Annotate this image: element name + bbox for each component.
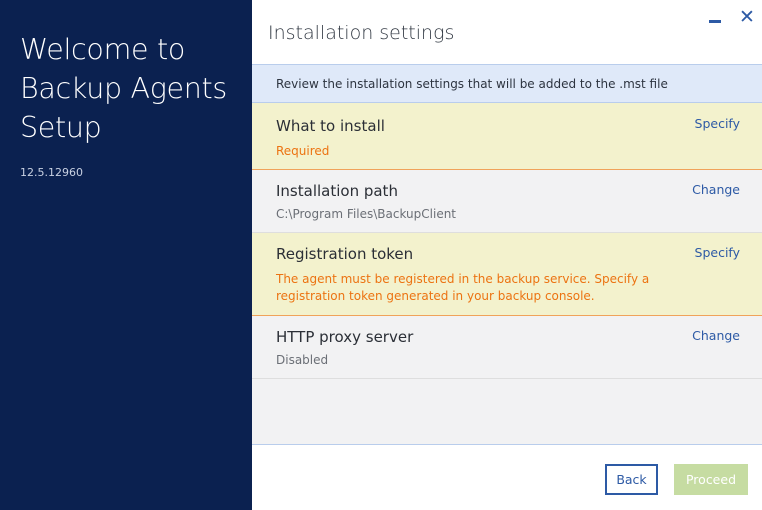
welcome-heading: Welcome to Backup Agents Setup (20, 33, 227, 144)
back-button[interactable]: Back (605, 464, 658, 495)
change-installation-path-link[interactable]: Change (692, 182, 740, 197)
close-icon: ✕ (739, 5, 755, 28)
setting-title: Registration token (276, 245, 414, 263)
proceed-button[interactable]: Proceed (674, 464, 748, 495)
info-banner-text: Review the installation settings that wi… (276, 77, 668, 91)
settings-list: What to install Required Specify Install… (252, 103, 762, 445)
close-button[interactable]: ✕ (736, 6, 758, 28)
specify-registration-token-link[interactable]: Specify (695, 245, 740, 260)
minimize-icon (709, 20, 721, 23)
setting-row-what-to-install: What to install Required Specify (252, 103, 762, 170)
setting-title: What to install (276, 117, 385, 135)
minimize-button[interactable] (704, 6, 726, 28)
info-banner: Review the installation settings that wi… (252, 64, 762, 103)
setting-value: Disabled (276, 353, 329, 367)
setting-row-installation-path: Installation path C:\Program Files\Backu… (252, 170, 762, 233)
setting-title: Installation path (276, 182, 398, 200)
setting-row-registration-token: Registration token The agent must be reg… (252, 233, 762, 316)
setting-row-http-proxy: HTTP proxy server Disabled Change (252, 316, 762, 379)
change-http-proxy-link[interactable]: Change (692, 328, 740, 343)
setting-status: The agent must be registered in the back… (276, 272, 650, 303)
setting-value: C:\Program Files\BackupClient (276, 207, 457, 221)
main-panel: Installation settings ✕ Review the insta… (252, 0, 762, 510)
sidebar: Welcome to Backup Agents Setup 12.5.1296… (0, 0, 252, 510)
setting-status: Required (276, 144, 330, 158)
version-label: 12.5.12960 (20, 166, 83, 179)
specify-what-to-install-link[interactable]: Specify (695, 116, 740, 131)
page-title: Installation settings (268, 22, 455, 44)
setting-title: HTTP proxy server (276, 328, 414, 346)
